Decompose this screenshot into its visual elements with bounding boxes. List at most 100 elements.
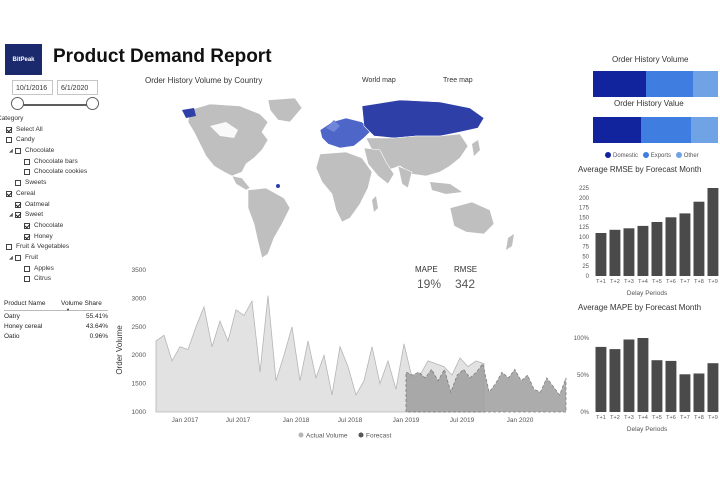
y-tick-label: 100% [574,336,590,342]
category-checkbox[interactable] [24,158,30,165]
bar[interactable] [651,222,663,276]
table-row[interactable]: Oatry 55.41% [4,311,108,321]
map-indonesia[interactable] [430,182,462,194]
volume-domestic-segment[interactable] [593,71,646,97]
expand-caret-icon[interactable]: ◢ [9,253,13,264]
category-item[interactable]: Cereal [0,189,112,200]
bar[interactable] [637,225,649,276]
legend-other[interactable]: Other [675,152,699,159]
value-domestic-segment[interactable] [593,117,641,143]
bar[interactable] [707,188,719,276]
category-item[interactable]: ◢ Chocolate [0,146,112,157]
date-slider-track[interactable] [17,104,93,106]
category-item[interactable]: Fruit & Vegetables [0,242,112,253]
category-checkbox[interactable] [24,169,30,176]
category-item[interactable]: Honey [0,232,112,243]
legend-domestic[interactable]: Domestic [605,152,638,159]
x-tick-label: T+3 [624,415,634,421]
bar[interactable] [609,349,621,412]
value-other-segment[interactable] [690,117,718,143]
bar[interactable] [595,233,607,276]
bitpeak-logo: BitPeak [5,44,42,75]
y-tick-label: 0 [586,274,590,280]
expand-caret-icon[interactable]: ◢ [9,210,13,221]
order-volume-chart: Order Volume 3500 3000 2500 2000 1500 1000 Ja… [115,267,567,440]
category-checkbox[interactable] [15,180,21,187]
order-history-volume-bar[interactable] [593,71,718,97]
legend-actual-label: Actual Volume [306,433,348,440]
map-north-america[interactable] [187,103,269,177]
legend-forecast-dot[interactable] [358,432,364,438]
product-share-table: Product Name Volume Share ▼ Oatry 55.41%… [4,297,108,341]
bar[interactable] [665,217,677,276]
category-item[interactable]: Candy [0,135,112,146]
map-central-america[interactable] [231,175,251,191]
category-item[interactable]: Apples [0,264,112,275]
category-item[interactable]: Chocolate cookies [0,167,112,178]
category-item[interactable]: Citrus [0,274,112,285]
category-checkbox[interactable] [15,148,21,155]
map-greenland[interactable] [267,97,303,123]
category-checkbox[interactable] [24,233,30,240]
table-row[interactable]: Oatio 0.96% [4,331,108,341]
world-map-tab[interactable]: World map [362,77,396,84]
map-madagascar[interactable] [372,196,378,212]
category-item[interactable]: ◢ Sweet [0,210,112,221]
bar[interactable] [651,360,663,412]
bar[interactable] [665,360,677,412]
bar[interactable] [679,213,691,276]
value-exports-segment[interactable] [640,117,691,143]
category-checkbox[interactable] [24,276,30,283]
x-tick-label: Jul 2019 [450,417,475,424]
x-tick-label: T+7 [680,279,690,285]
category-checkbox[interactable] [15,201,21,208]
category-item[interactable]: ◢ Fruit [0,253,112,264]
bar[interactable] [609,229,621,276]
category-item[interactable]: Chocolate bars [0,157,112,168]
map-south-america[interactable] [247,187,291,259]
start-date-input[interactable]: 10/1/2016 [12,80,53,95]
category-checkbox[interactable] [24,265,30,272]
end-date-input[interactable]: 6/1/2020 [57,80,98,95]
category-checkbox[interactable] [6,244,12,251]
category-checkbox[interactable] [24,222,30,229]
category-checkbox[interactable] [6,126,12,133]
world-map[interactable] [150,92,570,262]
category-checkbox[interactable] [6,190,12,197]
col-header-product[interactable]: Product Name [4,300,46,307]
volume-exports-segment[interactable] [645,71,693,97]
map-australia[interactable] [449,201,495,235]
table-row[interactable]: Honey cereal 43.64% [4,321,108,331]
category-checkbox[interactable] [15,254,21,261]
category-item[interactable]: Select All [0,125,112,136]
y-tick-label: 50% [577,373,590,379]
bar[interactable] [595,346,607,412]
map-new-zealand[interactable] [506,234,514,250]
map-russia[interactable] [361,99,485,139]
volume-other-segment[interactable] [693,71,718,97]
bar[interactable] [693,201,705,276]
bar[interactable] [693,373,705,413]
legend-exports[interactable]: Exports [642,152,671,159]
map-africa[interactable] [315,151,373,223]
map-highlight-point[interactable] [276,184,280,188]
bar[interactable] [707,363,719,412]
bar[interactable] [623,339,635,413]
category-item[interactable]: Oatmeal [0,200,112,211]
category-checkbox[interactable] [6,137,12,144]
category-item[interactable]: Sweets [0,178,112,189]
tree-map-tab[interactable]: Tree map [443,77,473,84]
bar[interactable] [623,228,635,276]
date-slider-start-handle[interactable] [11,97,24,110]
category-item[interactable]: Chocolate [0,221,112,232]
forecast-area[interactable] [405,362,567,413]
map-japan[interactable] [472,140,480,156]
bar[interactable] [637,338,649,412]
col-header-share[interactable]: Volume Share [61,300,102,307]
bar[interactable] [679,374,691,412]
legend-actual-dot[interactable] [298,432,304,438]
order-history-value-bar[interactable] [593,117,718,143]
category-checkbox[interactable] [15,212,21,219]
date-slider-end-handle[interactable] [86,97,99,110]
expand-caret-icon[interactable]: ◢ [9,146,13,157]
